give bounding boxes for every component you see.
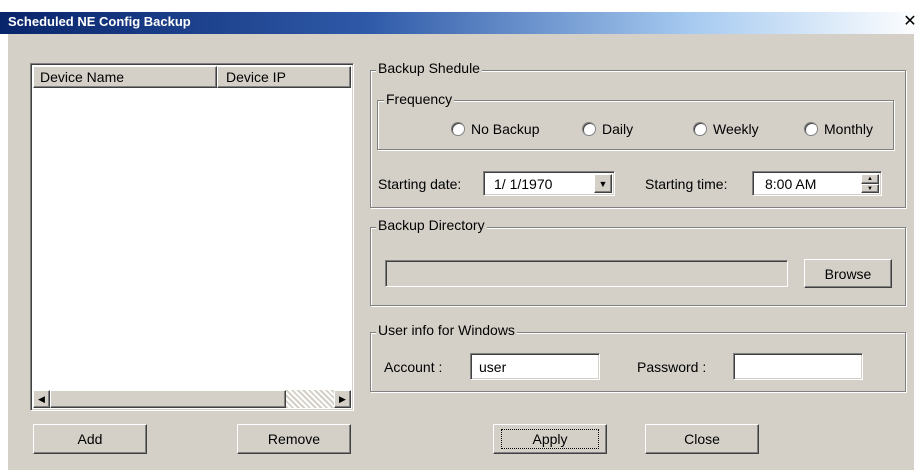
radio-button[interactable] xyxy=(451,122,465,136)
title-bar: Scheduled NE Config Backup ✕ xyxy=(0,12,922,34)
radio-monthly[interactable]: Monthly xyxy=(804,121,873,137)
spin-down-icon[interactable]: ▼ xyxy=(861,184,879,193)
account-value: user xyxy=(479,359,507,375)
column-header-label: Device IP xyxy=(226,69,286,85)
radio-label: Weekly xyxy=(713,121,759,137)
device-table[interactable]: Device Name Device IP ◀ ▶ xyxy=(30,63,354,411)
starting-date-label: Starting date: xyxy=(378,176,462,192)
column-header-label: Device Name xyxy=(40,69,125,85)
apply-button-label: Apply xyxy=(501,429,599,449)
apply-button[interactable]: Apply xyxy=(493,424,607,454)
backup-schedule-title: Backup Shedule xyxy=(376,60,482,76)
backup-directory-field[interactable] xyxy=(385,260,788,287)
remove-button[interactable]: Remove xyxy=(237,424,351,454)
dialog-window: Scheduled NE Config Backup ✕ Device Name… xyxy=(0,0,922,470)
close-icon[interactable]: ✕ xyxy=(901,13,919,31)
add-button[interactable]: Add xyxy=(33,424,147,454)
close-button[interactable]: Close xyxy=(645,424,759,454)
scroll-thumb[interactable] xyxy=(50,390,286,408)
scroll-track[interactable] xyxy=(286,390,334,408)
horizontal-scrollbar[interactable]: ◀ ▶ xyxy=(33,390,351,408)
scroll-left-icon[interactable]: ◀ xyxy=(33,390,50,408)
starting-date-picker[interactable]: 1/ 1/1970 ▼ xyxy=(483,171,615,196)
radio-daily[interactable]: Daily xyxy=(582,121,633,137)
spin-up-icon[interactable]: ▲ xyxy=(861,174,879,184)
radio-no-backup[interactable]: No Backup xyxy=(451,121,539,137)
password-label: Password : xyxy=(637,359,707,375)
browse-button[interactable]: Browse xyxy=(804,259,892,288)
frequency-title: Frequency xyxy=(384,91,455,107)
radio-label: No Backup xyxy=(471,121,540,137)
starting-time-spinner[interactable]: 8:00 AM ▲ ▼ xyxy=(752,171,882,196)
radio-weekly[interactable]: Weekly xyxy=(693,121,759,137)
scroll-right-icon[interactable]: ▶ xyxy=(334,390,351,408)
window-title: Scheduled NE Config Backup xyxy=(8,14,191,29)
chevron-down-icon[interactable]: ▼ xyxy=(594,174,612,193)
radio-button[interactable] xyxy=(693,122,707,136)
radio-label: Monthly xyxy=(824,121,874,137)
starting-time-label: Starting time: xyxy=(645,176,728,192)
starting-time-value: 8:00 AM xyxy=(765,176,817,192)
column-header-device-name[interactable]: Device Name xyxy=(33,66,217,88)
account-input[interactable]: user xyxy=(470,353,600,380)
user-info-title: User info for Windows xyxy=(376,322,517,338)
starting-date-value: 1/ 1/1970 xyxy=(494,176,553,192)
password-input[interactable] xyxy=(733,353,863,380)
radio-button[interactable] xyxy=(582,122,596,136)
radio-label: Daily xyxy=(602,121,634,137)
backup-directory-title: Backup Directory xyxy=(376,217,487,233)
radio-button[interactable] xyxy=(804,122,818,136)
account-label: Account : xyxy=(384,359,443,375)
column-header-device-ip[interactable]: Device IP xyxy=(217,66,351,88)
